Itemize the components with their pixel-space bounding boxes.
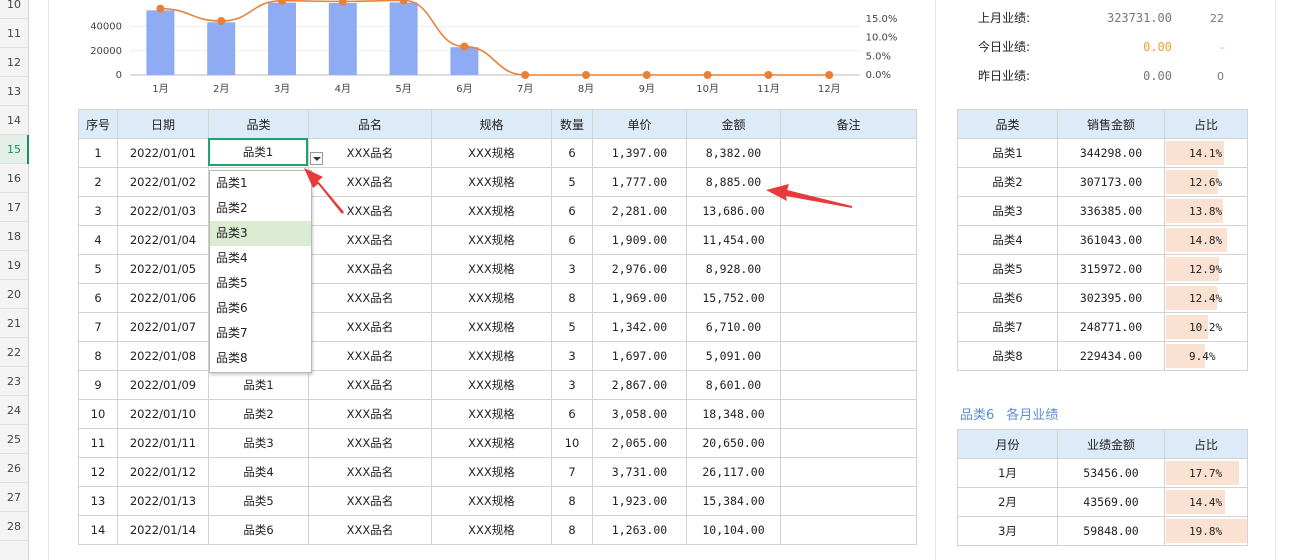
annotation-arrow-amount: [766, 184, 852, 208]
annotation-arrows: [304, 168, 852, 214]
annotation-arrow-dropdown: [304, 168, 344, 214]
